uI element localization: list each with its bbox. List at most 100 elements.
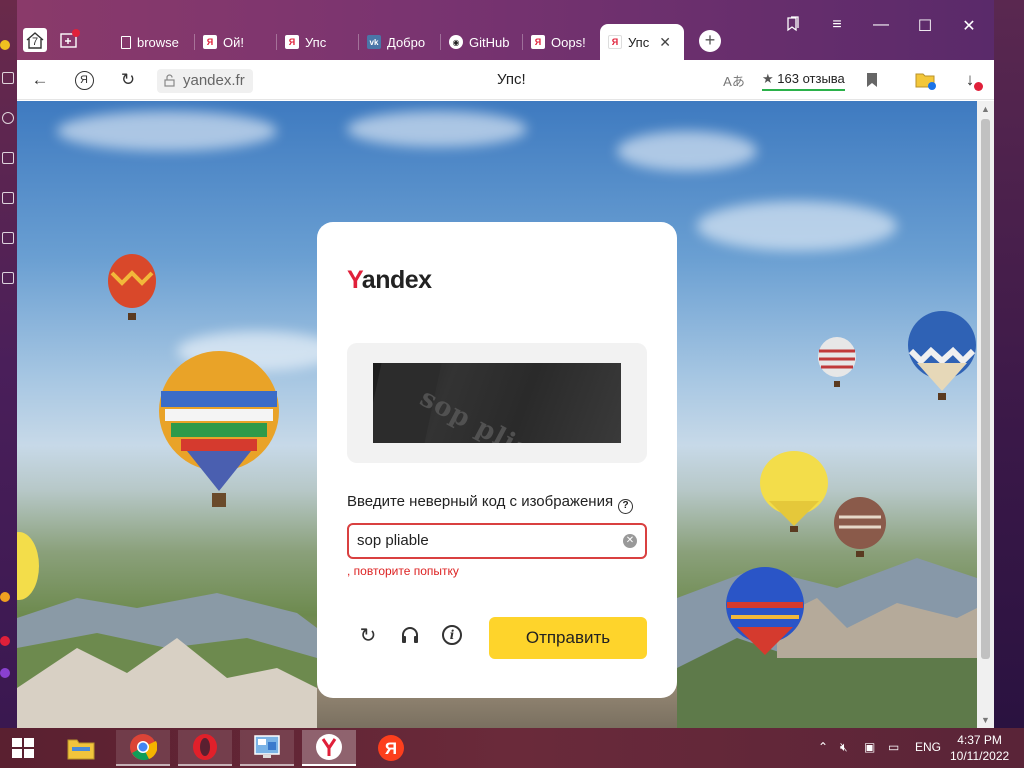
bookmark-icon	[867, 73, 877, 87]
lock-icon	[164, 74, 175, 87]
tabs-home-button[interactable]: 7	[23, 28, 47, 52]
downloads-button[interactable]: ↓	[959, 69, 983, 91]
minimize-button[interactable]: —	[870, 16, 892, 34]
svg-text:Я: Я	[385, 739, 397, 758]
tab-label: Упс	[305, 34, 327, 50]
desktop-icon	[2, 192, 14, 204]
network-icon[interactable]: ▣	[864, 740, 875, 754]
yandex-icon: Я	[608, 35, 622, 49]
new-tab-button[interactable]: +	[699, 30, 721, 52]
download-badge	[974, 82, 983, 91]
desktop-icon	[2, 112, 14, 124]
scroll-thumb[interactable]	[981, 119, 990, 659]
taskbar-yandex[interactable]: Я	[364, 730, 418, 766]
translate-icon[interactable]: Aあ	[723, 69, 745, 91]
tab-label: Oops!	[551, 34, 586, 50]
tab-vk[interactable]: vk Добро	[359, 24, 441, 60]
tray-chevron-icon[interactable]: ⌃	[818, 740, 828, 754]
submit-button[interactable]: Отправить	[489, 617, 647, 659]
opera-icon	[193, 734, 217, 760]
menu-icon[interactable]: ≡	[826, 16, 848, 34]
bookmark-stack-icon	[787, 16, 799, 32]
system-clock[interactable]: 4:37 PM 10/11/2022	[950, 732, 1009, 764]
tab-browse[interactable]: browse	[113, 24, 195, 60]
collections-button[interactable]	[915, 69, 937, 91]
tab-github[interactable]: ◉ GitHub	[441, 24, 523, 60]
language-indicator[interactable]: ENG	[915, 740, 941, 754]
taskbar-file-explorer[interactable]	[54, 730, 108, 766]
yandex-icon: Я	[203, 35, 217, 49]
chrome-icon	[130, 734, 157, 761]
captcha-card: Yandex sop pliable Введите неверный код …	[317, 222, 677, 698]
back-button[interactable]: ←	[29, 69, 51, 91]
desktop-icon	[2, 152, 14, 164]
tab-label: Ой!	[223, 34, 244, 50]
desktop-badge	[0, 636, 10, 646]
yandex-button[interactable]: Я	[73, 69, 95, 91]
taskbar-opera[interactable]	[178, 730, 232, 766]
scroll-up-icon[interactable]: ▲	[981, 104, 990, 114]
address-bar: ← Я ↻ yandex.fr Упс! Aあ ★ 163 отзыва ↓	[17, 60, 994, 100]
desktop-icon	[2, 272, 14, 284]
folder-icon	[67, 739, 95, 760]
maximize-button[interactable]: ☐	[914, 16, 936, 36]
tab-oi[interactable]: Я Ой!	[195, 24, 277, 60]
scroll-down-icon[interactable]: ▼	[981, 715, 990, 725]
tab-label: Упс	[628, 34, 650, 50]
yandex-icon: Я	[378, 735, 404, 761]
captcha-container: sop pliable	[347, 343, 647, 463]
reload-button[interactable]: ↻	[117, 69, 139, 91]
desktop-right-edge	[994, 0, 1024, 728]
new-window-button[interactable]	[57, 28, 81, 52]
page-background: Yandex sop pliable Введите неверный код …	[17, 101, 977, 728]
cloud	[57, 111, 277, 151]
desktop-badge	[0, 592, 10, 602]
balloon-image	[834, 497, 886, 557]
help-icon[interactable]: ?	[618, 499, 634, 514]
clock-date: 10/11/2022	[950, 749, 1010, 763]
balloon-image	[908, 311, 976, 400]
volume-muted-icon[interactable]: 🔇︎	[840, 740, 848, 755]
yandex-logo: Yandex	[347, 266, 432, 294]
star-icon: ★	[762, 71, 774, 86]
balloon-image	[760, 451, 828, 532]
clear-icon[interactable]: ✕	[623, 534, 637, 548]
tab-ups-active[interactable]: Я Упс ✕	[600, 24, 684, 60]
error-message: , повторите попытку	[347, 564, 459, 578]
desktop-left-edge	[0, 0, 18, 728]
balloon-image	[108, 254, 156, 320]
reviews-count: 163 отзыва	[777, 71, 845, 86]
taskbar-yandex-browser[interactable]	[302, 730, 356, 766]
captcha-prompt: Введите неверный код с изображения?	[347, 493, 634, 514]
tab-ups[interactable]: Я Упс	[277, 24, 359, 60]
url-field[interactable]: yandex.fr	[157, 69, 253, 93]
headphones-icon	[402, 627, 418, 643]
download-icon: ↓	[965, 70, 975, 89]
collections-icon[interactable]	[782, 16, 804, 37]
refresh-captcha-button[interactable]: ↻	[355, 622, 381, 648]
vertical-scrollbar[interactable]: ▲ ▼	[977, 101, 994, 728]
reviews-badge[interactable]: ★ 163 отзыва	[762, 71, 845, 91]
url-text: yandex.fr	[183, 72, 245, 89]
browser-window: 7 browse Я Ой! Я Упс vk Добро ◉ GitHub Я…	[17, 0, 994, 728]
bookmark-button[interactable]	[861, 69, 883, 91]
close-tab-icon[interactable]: ✕	[659, 34, 671, 51]
folder-icon	[915, 73, 936, 90]
taskbar-chrome[interactable]	[116, 730, 170, 766]
info-button[interactable]: i	[439, 622, 465, 648]
balloon-image	[159, 351, 279, 507]
close-window-button[interactable]: ✕	[958, 16, 980, 36]
captcha-input[interactable]: sop pliable ✕	[347, 523, 647, 559]
windows-start-button[interactable]	[12, 738, 36, 758]
desktop-icon	[2, 72, 14, 84]
vk-icon: vk	[367, 35, 381, 49]
tab-oops[interactable]: Я Oops!	[523, 24, 605, 60]
tab-count: 7	[31, 36, 39, 48]
balloon-image	[17, 532, 39, 600]
tab-label: Добро	[387, 34, 426, 50]
power-icon[interactable]: ▭	[888, 740, 899, 754]
yandex-browser-icon	[316, 734, 342, 760]
audio-captcha-button[interactable]	[397, 622, 423, 648]
tab-label: GitHub	[469, 34, 510, 50]
taskbar-control-panel[interactable]	[240, 730, 294, 766]
